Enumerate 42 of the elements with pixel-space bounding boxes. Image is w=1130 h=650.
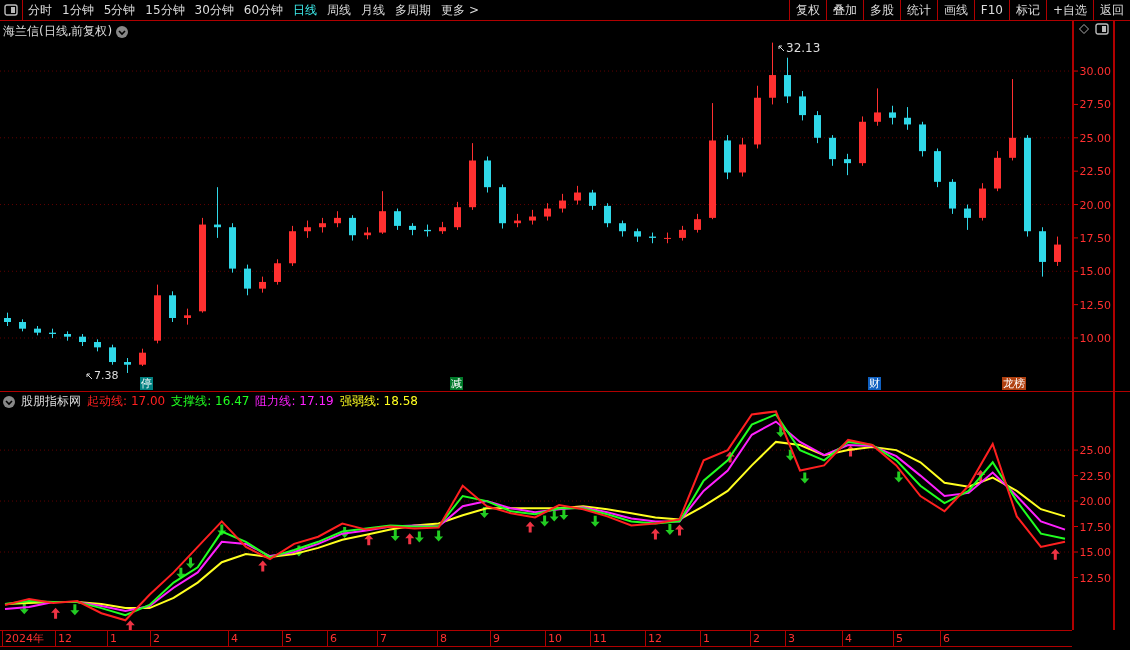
legend-entry: 强弱线: 18.58	[339, 393, 418, 410]
axis-tick-label: 15.00	[1079, 546, 1111, 560]
time-axis-label: 10	[545, 631, 562, 646]
axis-tick-label: 12.50	[1079, 571, 1111, 585]
axis-tick-label: 20.00	[1079, 495, 1111, 509]
time-axis-label: 5	[893, 631, 903, 646]
axis-tick-label: 25.00	[1079, 444, 1111, 458]
axis-tick-label: 17.50	[1079, 520, 1111, 534]
axis-tick-label: 10.00	[1079, 332, 1111, 345]
axis-tick-label: 22.50	[1079, 469, 1111, 483]
indicator-title: 股朋指标网	[21, 393, 81, 410]
axis-tick-label: 20.00	[1079, 198, 1111, 212]
axis-tick-label: 15.00	[1079, 265, 1111, 279]
legend-entry: 起动线: 17.00	[87, 393, 166, 410]
low-price-label: 7.38	[94, 370, 119, 382]
time-axis-label: 12	[55, 631, 72, 646]
time-axis-label: 6	[327, 631, 337, 646]
time-axis-label: 2	[750, 631, 760, 646]
time-axis-label: 1	[700, 631, 710, 646]
time-axis-label: 7	[377, 631, 387, 646]
time-axis-label: 2024年	[2, 631, 44, 646]
time-axis-label: 6	[940, 631, 950, 646]
axis-tick-label: 17.50	[1079, 231, 1111, 245]
legend-entry: 支撑线: 16.47	[171, 393, 250, 410]
axis-tick-label: 30.00	[1079, 65, 1111, 79]
time-axis-label: 2	[150, 631, 160, 646]
time-axis-label: 4	[228, 631, 238, 646]
axis-tick-label: 22.50	[1079, 165, 1111, 179]
time-axis-label: 4	[842, 631, 852, 646]
axis-tick-label: 27.50	[1079, 98, 1111, 112]
time-axis-label: 5	[282, 631, 292, 646]
time-axis-label: 9	[490, 631, 500, 646]
chart-title: 海兰信(日线,前复权)	[3, 23, 113, 40]
axis-tick-label: 12.50	[1079, 298, 1111, 312]
legend-entry: 阻力线: 17.19	[255, 393, 334, 410]
time-axis-label: 8	[437, 631, 447, 646]
axis-tick-label: 25.00	[1079, 131, 1111, 145]
time-axis-label: 3	[785, 631, 795, 646]
time-axis-label: 11	[590, 631, 607, 646]
time-axis-label: 12	[645, 631, 662, 646]
time-axis-label: 1	[107, 631, 117, 646]
high-price-label: 32.13	[786, 41, 821, 55]
